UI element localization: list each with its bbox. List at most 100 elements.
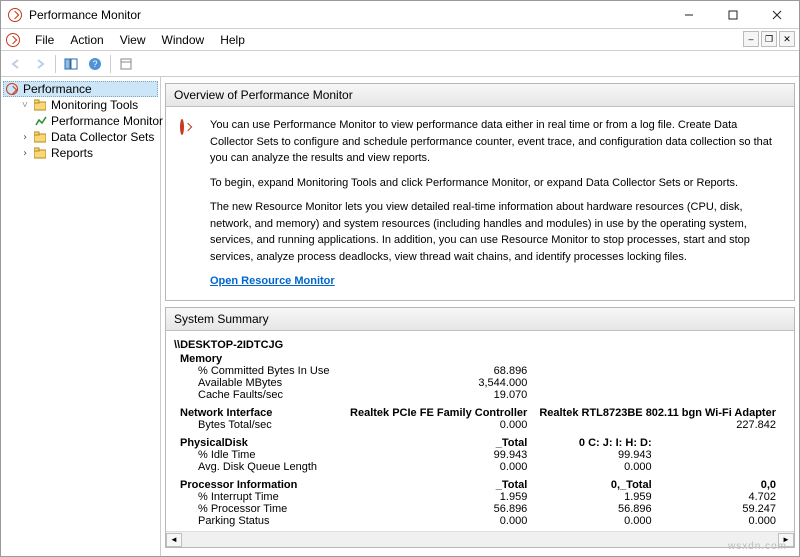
folder-icon: [33, 98, 47, 112]
help-button[interactable]: ?: [84, 53, 106, 75]
tree-label-reports: Reports: [51, 146, 93, 160]
proc-col-3: 0,0: [658, 473, 782, 491]
back-button[interactable]: [5, 53, 27, 75]
metric-available-value: 3,544.000: [344, 377, 533, 389]
tree-node-performance-monitor[interactable]: Performance Monitor: [31, 113, 158, 129]
menu-view[interactable]: View: [112, 31, 154, 49]
metric-parking-c1: 0.000: [344, 515, 533, 527]
menu-file[interactable]: File: [27, 31, 62, 49]
processor-category: Processor Information: [174, 473, 344, 491]
network-col-1: Realtek PCIe FE Family Controller: [344, 401, 533, 419]
app-window: Performance Monitor File Action View Win…: [0, 0, 800, 557]
window-title: Performance Monitor: [29, 8, 667, 22]
proc-col-2: 0,_Total: [533, 473, 657, 491]
metric-cpu-c1: 56.896: [344, 503, 533, 515]
app-body: Performance ˅ Monitoring Tools Performan…: [1, 77, 799, 556]
system-summary-header: System Summary: [166, 308, 794, 331]
overview-paragraph-3: The new Resource Monitor lets you view d…: [210, 199, 780, 265]
mdi-restore-button[interactable]: ❐: [761, 31, 777, 47]
hostname-label: \\DESKTOP-2IDTCJG: [174, 339, 782, 351]
mdi-close-button[interactable]: ✕: [779, 31, 795, 47]
minimize-button[interactable]: [667, 1, 711, 28]
metric-committed-value: 68.896: [344, 365, 533, 377]
metric-cpu-c2: 56.896: [533, 503, 657, 515]
folder-icon: [33, 146, 47, 160]
metric-committed-label: % Committed Bytes In Use: [174, 365, 344, 377]
tree-node-monitoring-tools[interactable]: ˅ Monitoring Tools: [17, 97, 158, 113]
collapse-icon[interactable]: ˅: [19, 100, 31, 111]
disk-col-1: _Total: [344, 431, 533, 449]
overview-paragraph-2: To begin, expand Monitoring Tools and cl…: [210, 175, 780, 192]
metric-queue-c2: 0.000: [533, 461, 657, 473]
tree-label-data-collector-sets: Data Collector Sets: [51, 130, 154, 144]
disk-category: PhysicalDisk: [174, 431, 344, 449]
metric-interrupt-c1: 1.959: [344, 491, 533, 503]
expand-icon[interactable]: ›: [19, 132, 31, 143]
title-bar: Performance Monitor: [1, 1, 799, 29]
expand-icon[interactable]: ›: [19, 148, 31, 159]
chart-icon: [35, 114, 47, 128]
proc-col-1: _Total: [344, 473, 533, 491]
close-button[interactable]: [755, 1, 799, 28]
metric-bytes-label: Bytes Total/sec: [174, 419, 344, 431]
app-menu-icon[interactable]: [5, 32, 21, 48]
metric-queue-c1: 0.000: [344, 461, 533, 473]
forward-button[interactable]: [29, 53, 51, 75]
overview-body: You can use Performance Monitor to view …: [166, 107, 794, 300]
metric-cpu-label: % Processor Time: [174, 503, 344, 515]
metric-parking-label: Parking Status: [174, 515, 344, 527]
tree-label-performance-monitor: Performance Monitor: [51, 114, 163, 128]
overview-panel: Overview of Performance Monitor You can …: [165, 83, 795, 301]
metric-cache-value: 19.070: [344, 389, 533, 401]
toolbar-separator: [55, 55, 56, 73]
maximize-button[interactable]: [711, 1, 755, 28]
metric-cache-label: Cache Faults/sec: [174, 389, 344, 401]
metric-cpu-c3: 59.247: [658, 503, 782, 515]
system-summary-panel: System Summary \\DESKTOP-2IDTCJG Memory …: [165, 307, 795, 549]
mdi-controls: ‒ ❐ ✕: [743, 31, 795, 47]
toolbar-separator-2: [110, 55, 111, 73]
app-icon: [7, 7, 23, 23]
show-hide-tree-button[interactable]: [60, 53, 82, 75]
metric-interrupt-label: % Interrupt Time: [174, 491, 344, 503]
menu-help[interactable]: Help: [212, 31, 253, 49]
tree-node-reports[interactable]: › Reports: [17, 145, 158, 161]
performance-large-icon: [180, 119, 200, 139]
metric-bytes-c1: 0.000: [344, 419, 533, 431]
network-category: Network Interface: [174, 401, 344, 419]
metric-interrupt-c3: 4.702: [658, 491, 782, 503]
system-summary-scroll[interactable]: \\DESKTOP-2IDTCJG Memory % Committed Byt…: [166, 331, 794, 532]
metric-parking-c3: 0.000: [658, 515, 782, 527]
overview-paragraph-1: You can use Performance Monitor to view …: [210, 117, 780, 167]
memory-category: Memory: [174, 353, 344, 365]
window-controls: [667, 1, 799, 28]
open-resource-monitor-link[interactable]: Open Resource Monitor: [210, 273, 780, 290]
metric-bytes-c2: 227.842: [533, 419, 782, 431]
metric-idle-label: % Idle Time: [174, 449, 344, 461]
overview-header: Overview of Performance Monitor: [166, 84, 794, 107]
scroll-left-button[interactable]: ◄: [166, 533, 182, 547]
menu-bar: File Action View Window Help ‒ ❐ ✕: [1, 29, 799, 51]
tree-node-data-collector-sets[interactable]: › Data Collector Sets: [17, 129, 158, 145]
metric-queue-label: Avg. Disk Queue Length: [174, 461, 344, 473]
metric-interrupt-c2: 1.959: [533, 491, 657, 503]
metrics-table: Memory % Committed Bytes In Use68.896 Av…: [174, 353, 782, 527]
watermark-text: wsxdn.com: [728, 541, 787, 552]
mdi-minimize-button[interactable]: ‒: [743, 31, 759, 47]
menu-window[interactable]: Window: [154, 31, 213, 49]
properties-button[interactable]: [115, 53, 137, 75]
metric-available-label: Available MBytes: [174, 377, 344, 389]
svg-text:?: ?: [92, 59, 97, 69]
content-pane: Overview of Performance Monitor You can …: [161, 77, 799, 556]
folder-icon: [33, 130, 47, 144]
network-col-2: Realtek RTL8723BE 802.11 bgn Wi-Fi Adapt…: [533, 401, 782, 419]
nav-tree[interactable]: Performance ˅ Monitoring Tools Performan…: [1, 77, 161, 556]
menu-action[interactable]: Action: [62, 31, 111, 49]
tree-label-monitoring-tools: Monitoring Tools: [51, 98, 138, 112]
metric-idle-c2: 99.943: [533, 449, 657, 461]
tree-node-performance[interactable]: Performance: [3, 81, 158, 97]
performance-icon: [5, 82, 19, 96]
metric-idle-c1: 99.943: [344, 449, 533, 461]
horizontal-scrollbar[interactable]: ◄ ►: [166, 531, 794, 547]
disk-col-2: 0 C: J: I: H: D:: [533, 431, 657, 449]
